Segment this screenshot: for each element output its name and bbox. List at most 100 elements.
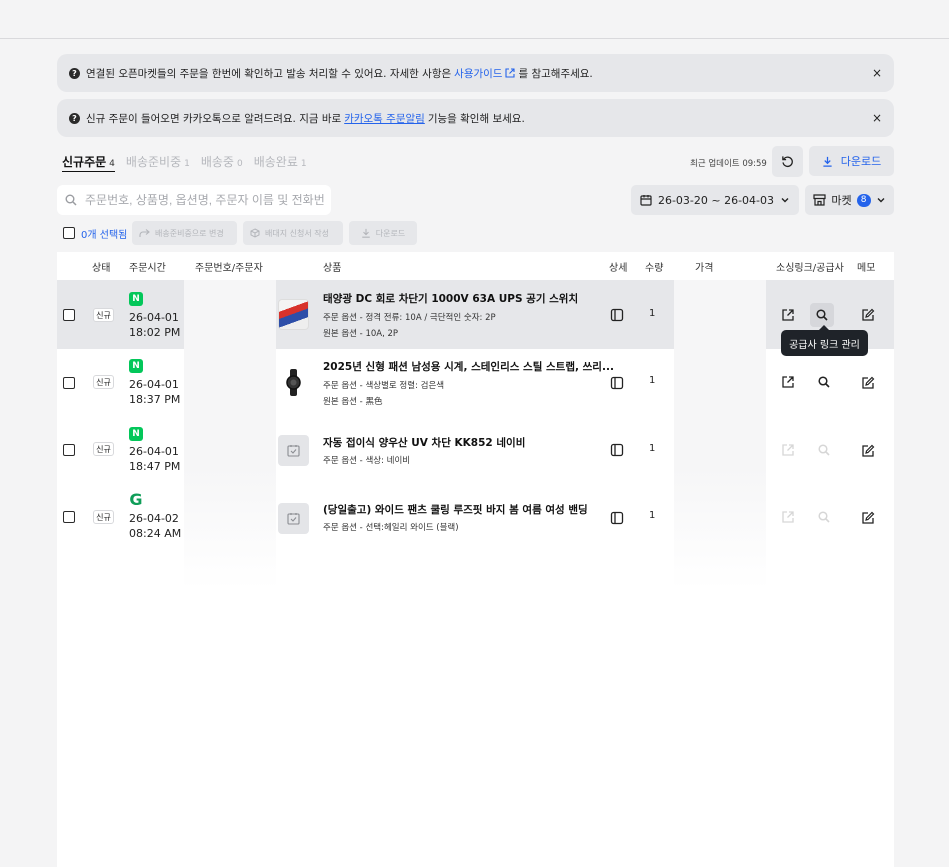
edit-icon[interactable] — [861, 444, 875, 458]
external-link-icon — [782, 444, 794, 456]
close-icon[interactable]: × — [872, 66, 882, 80]
status-badge: 신규 — [93, 375, 114, 389]
status-badge: 신규 — [93, 510, 114, 524]
tab-new-orders[interactable]: 신규주문 4 — [62, 153, 115, 172]
help-icon: ? — [69, 67, 80, 79]
col-memo: 메모 — [857, 263, 876, 274]
kakao-alert-link[interactable]: 카카오톡 주문알림 — [344, 111, 425, 126]
external-link-icon — [782, 511, 794, 523]
product-name[interactable]: (당일출고) 와이드 팬츠 쿨링 루즈핏 바지 봄 여름 여성 밴딩 — [323, 502, 588, 517]
col-order-number: 주문번호/주문자 — [195, 263, 263, 274]
search-input[interactable] — [85, 193, 325, 207]
search-icon[interactable] — [817, 375, 831, 389]
original-option: 원본 옵션 - 黑色 — [323, 397, 383, 407]
google-icon: G — [129, 489, 143, 509]
order-time: 26-04-01 18:37 PM — [129, 378, 181, 406]
col-order-time: 주문시간 — [129, 263, 166, 274]
supplier-link-tooltip: 공급사 링크 관리 — [781, 325, 868, 356]
table-row[interactable]: 신규 N 26-04-01 18:37 PM 2025년 신형 패션 남성용 시계… — [57, 348, 894, 416]
to-preparing-button[interactable]: 배송준비중으로 변경 — [132, 221, 237, 245]
row-checkbox[interactable] — [63, 444, 75, 456]
tab-preparing[interactable]: 배송준비중 1 — [126, 153, 190, 170]
panel-icon[interactable] — [610, 376, 624, 390]
download-icon — [823, 156, 832, 167]
date-range-picker[interactable]: 26-03-20 ~ 26-04-03 — [631, 185, 799, 215]
chevron-down-icon — [781, 198, 789, 203]
order-time: 26-04-01 18:47 PM — [129, 445, 181, 473]
external-link-icon[interactable] — [505, 68, 516, 78]
naver-icon: N — [129, 427, 143, 441]
product-image[interactable] — [278, 367, 309, 398]
guide-link[interactable]: 사용가이드 — [454, 66, 502, 81]
image-placeholder-icon — [287, 513, 300, 525]
naver-icon: N — [129, 292, 143, 306]
bulk-action-bar: 0개 선택됨 — [63, 221, 133, 245]
notice-text-after: 를 참고해주세요. — [518, 67, 593, 80]
chevron-down-icon — [877, 198, 885, 203]
select-all-checkbox[interactable] — [63, 227, 75, 239]
refresh-button[interactable] — [772, 146, 803, 177]
market-filter[interactable]: 마켓 8 — [805, 185, 894, 215]
notice-text: 연결된 오픈마켓들의 주문을 한번에 확인하고 발송 처리할 수 있어요. 자세… — [86, 67, 452, 80]
row-checkbox[interactable] — [63, 309, 75, 321]
quantity: 1 — [649, 308, 656, 319]
panel-icon[interactable] — [610, 308, 624, 322]
market-count-badge: 8 — [856, 193, 871, 207]
panel-icon[interactable] — [610, 511, 624, 525]
download-button[interactable]: 다운로드 — [809, 146, 894, 176]
calendar-icon — [640, 195, 652, 206]
notice-text-after: 기능을 확인해 보세요. — [427, 112, 525, 125]
download-icon — [362, 228, 370, 238]
tab-shipping[interactable]: 배송중 0 — [201, 153, 243, 170]
external-link-icon[interactable] — [781, 308, 795, 322]
notice-guide: ? 연결된 오픈마켓들의 주문을 한번에 확인하고 발송 처리할 수 있어요. … — [57, 54, 894, 92]
edit-icon[interactable] — [861, 376, 875, 390]
product-image-placeholder[interactable] — [278, 435, 309, 466]
image-placeholder-icon — [287, 445, 300, 457]
col-sourcing: 소싱링크/공급사 — [776, 263, 844, 274]
order-option: 주문 옵션 - 정격 전류: 10A / 극단적인 숫자: 2P — [323, 313, 496, 323]
panel-icon[interactable] — [610, 443, 624, 457]
quantity: 1 — [649, 510, 656, 521]
order-time: 26-04-02 08:24 AM — [129, 512, 182, 540]
edit-icon[interactable] — [861, 308, 875, 322]
status-badge: 신규 — [93, 442, 114, 456]
search-icon — [818, 511, 830, 523]
external-link-icon[interactable] — [781, 375, 795, 389]
notice-text: 신규 주문이 들어오면 카카오톡으로 알려드려요. 지금 바로 — [86, 112, 342, 125]
search-icon — [818, 444, 830, 456]
order-tabs: 신규주문 4 배송준비중 1 배송중 0 배송완료 1 — [62, 153, 307, 172]
refresh-icon — [782, 156, 793, 168]
search-box — [57, 185, 331, 215]
product-image[interactable] — [278, 299, 309, 330]
selected-count: 0개 선택됨 — [81, 229, 128, 241]
close-icon[interactable]: × — [872, 111, 882, 125]
table-row[interactable]: 신규 G 26-04-02 08:24 AM (당일출고) 와이드 팬츠 쿨링 루… — [57, 483, 894, 551]
order-option: 주문 옵션 - 선택:헤일리 와이드 (블랙) — [323, 523, 459, 533]
col-product: 상품 — [323, 263, 342, 274]
bulk-download-button[interactable]: 다운로드 — [349, 221, 417, 245]
quantity: 1 — [649, 443, 656, 454]
product-name[interactable]: 자동 접이식 양우산 UV 차단 KK852 네이비 — [323, 435, 525, 450]
invoice-button[interactable]: 배대지 신청서 작성 — [243, 221, 343, 245]
orders-table: 상태 주문시간 주문번호/주문자 상품 상세 수량 가격 소싱링크/공급사 메모… — [57, 252, 894, 867]
store-icon — [813, 194, 826, 206]
help-icon: ? — [69, 112, 80, 124]
row-checkbox[interactable] — [63, 377, 75, 389]
product-name[interactable]: 2025년 신형 패션 남성용 시계, 스테인리스 스틸 스트랩, 쓰리... — [323, 359, 614, 374]
top-bar — [0, 0, 949, 39]
product-image-placeholder[interactable] — [278, 503, 309, 534]
table-row[interactable]: 신규 N 26-04-01 18:02 PM 태양광 DC 회로 차단기 1000… — [57, 280, 894, 348]
row-checkbox[interactable] — [63, 511, 75, 523]
tab-delivered[interactable]: 배송완료 1 — [254, 153, 307, 170]
forward-icon — [139, 228, 150, 237]
notice-kakao: ? 신규 주문이 들어오면 카카오톡으로 알려드려요. 지금 바로 카카오톡 주… — [57, 99, 894, 137]
search-icon — [65, 194, 77, 206]
col-price: 가격 — [695, 263, 714, 274]
table-row[interactable]: 신규 N 26-04-01 18:47 PM 자동 접이식 양우산 UV 차단 K… — [57, 416, 894, 484]
col-status: 상태 — [92, 263, 111, 274]
edit-icon[interactable] — [861, 511, 875, 525]
search-icon[interactable] — [815, 308, 829, 322]
status-badge: 신규 — [93, 308, 114, 322]
product-name[interactable]: 태양광 DC 회로 차단기 1000V 63A UPS 공기 스위치 — [323, 291, 578, 306]
